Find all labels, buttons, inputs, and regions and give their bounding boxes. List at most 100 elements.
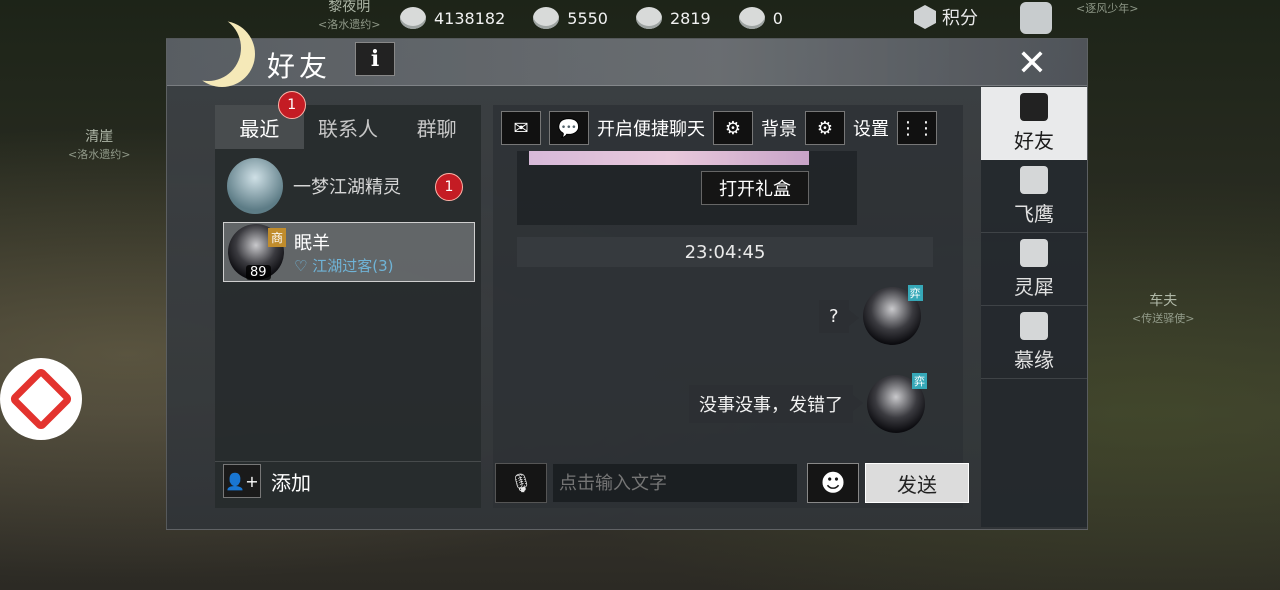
chat-text-input[interactable] (553, 464, 797, 502)
resource-ticket-value: 2819 (669, 8, 711, 28)
open-gift-button[interactable]: 打开礼盒 (701, 171, 809, 205)
tab-group-chat-label: 群聊 (416, 116, 457, 141)
social-nav: 好友 飞鹰 灵犀 慕缘 (981, 87, 1087, 527)
resource-silver-value: 5550 (567, 8, 608, 28)
system-settings-icon[interactable] (1020, 2, 1052, 34)
more-grid-icon[interactable]: ⋮⋮ (897, 111, 937, 145)
mianyang-avatar: 商 89 (228, 224, 287, 280)
moon-icon (175, 15, 241, 81)
add-user-icon: 👤+ (223, 464, 261, 498)
npc-subtitle: <逐风少年> (1076, 2, 1139, 15)
message-bubble[interactable]: 没事没事，发错了 (689, 385, 863, 423)
info-button[interactable]: i (355, 42, 395, 76)
npc-label-zhufeng[interactable]: <逐风少年> (1076, 0, 1138, 16)
unread-badge: 1 (435, 173, 463, 201)
nav-feiying[interactable]: 飞鹰 (981, 160, 1087, 233)
nav-friends[interactable]: 好友 (981, 87, 1087, 160)
npc-subtitle: <传送驿使> (1132, 312, 1195, 325)
app-float-logo[interactable] (0, 358, 82, 440)
resource-coin[interactable]: 4138182 (400, 7, 505, 29)
resource-gold[interactable]: 0 (738, 7, 783, 29)
resource-ticket[interactable]: 2819 (635, 7, 711, 29)
friends-dialog: 好友 i ✕ 最近 1 联系人 群聊 一梦江湖精灵 1 商 89 眠羊 ♡ 江湖… (166, 38, 1088, 530)
pendant-icon (1020, 238, 1048, 267)
dialog-titlebar: 好友 i ✕ (167, 39, 1087, 86)
resource-coin-value: 4138182 (434, 8, 506, 28)
coin-icon (400, 7, 426, 29)
nav-feiying-label: 飞鹰 (1014, 201, 1054, 226)
emoji-icon[interactable]: ☻ (807, 463, 859, 503)
sender-avatar[interactable]: 弈 (862, 285, 923, 345)
background-label[interactable]: 背景 (761, 115, 797, 141)
add-friend-button[interactable]: 👤+ 添加 (223, 464, 311, 498)
nav-lingxi-label: 灵犀 (1014, 274, 1054, 299)
chat-message: ? 弈 (819, 285, 923, 345)
divider (215, 461, 481, 462)
resource-bar: 4138182 5550 2819 0 (400, 0, 783, 36)
send-button[interactable]: 发送 (865, 463, 969, 503)
scroll-icon (1020, 165, 1048, 194)
gift-image (529, 151, 809, 165)
chat-panel: ✉ 💬 开启便捷聊天 ⚙ 背景 ⚙ 设置 ⋮⋮ 打开礼盒 23:04:45 ? … (493, 105, 969, 508)
npc-name: 黎夜明 (328, 0, 371, 15)
npc-subtitle: <洛水遗约> (68, 148, 131, 161)
friend-info: 眠羊 ♡ 江湖过客(3) (294, 229, 393, 276)
tab-contacts-label: 联系人 (318, 116, 378, 141)
nav-lingxi[interactable]: 灵犀 (981, 233, 1087, 306)
gold-icon (738, 7, 765, 29)
sender-avatar[interactable]: 弈 (867, 373, 927, 433)
tab-group-chat[interactable]: 群聊 (392, 105, 481, 149)
npc-label-qingya[interactable]: 清崖 <洛水遗约> (68, 126, 130, 162)
sender-tag: 弈 (907, 285, 923, 301)
chat-message: 没事没事，发错了 弈 (689, 373, 927, 433)
teapot-icon (1020, 92, 1048, 121)
nav-muyuan-label: 慕缘 (1014, 347, 1054, 372)
friend-list-panel: 最近 1 联系人 群聊 一梦江湖精灵 1 商 89 眠羊 ♡ 江湖过客(3) 👤… (215, 91, 481, 508)
friend-name: 一梦江湖精灵 (293, 177, 401, 198)
tab-recent-badge: 1 (277, 91, 306, 119)
mailbox-icon[interactable]: ✉ (501, 111, 541, 145)
ticket-icon (635, 7, 662, 29)
quick-chat-label[interactable]: 开启便捷聊天 (597, 115, 705, 141)
npc-name: 清崖 (85, 129, 114, 145)
chat-toolbar: ✉ 💬 开启便捷聊天 ⚙ 背景 ⚙ 设置 ⋮⋮ (501, 111, 937, 145)
quick-chat-icon[interactable]: 💬 (549, 111, 589, 145)
chat-input-row: 🎙 ☻ 发送 (495, 463, 969, 503)
game-scene: 黎夜明 <洛水遗约> 清崖 <洛水遗约> 车夫 <传送驿使> <逐风少年> 41… (0, 0, 1280, 590)
tab-contacts[interactable]: 联系人 (304, 105, 393, 149)
resource-silver[interactable]: 5550 (533, 7, 608, 29)
microphone-icon[interactable]: 🎙 (495, 463, 547, 503)
sender-tag: 弈 (912, 373, 927, 389)
points-icon (914, 5, 936, 29)
spirit-avatar (227, 158, 283, 214)
gift-message-card: 打开礼盒 (517, 151, 857, 225)
points-button[interactable]: 积分 (914, 4, 978, 30)
heart-icon: ♡ (294, 256, 308, 275)
friend-name: 眠羊 (294, 232, 330, 254)
dialog-title: 好友 (267, 50, 332, 83)
npc-label-liyeming[interactable]: 黎夜明 <洛水遗约> (318, 0, 380, 32)
nav-muyuan[interactable]: 慕缘 (981, 306, 1087, 379)
close-button[interactable]: ✕ (1007, 43, 1057, 84)
resource-gold-value: 0 (772, 8, 783, 28)
relation-text: 江湖过客(3) (312, 256, 394, 275)
friend-tabs: 最近 1 联系人 群聊 (215, 91, 481, 149)
level-badge: 89 (246, 265, 271, 280)
silver-icon (533, 7, 560, 29)
friend-item-mianyang[interactable]: 商 89 眠羊 ♡ 江湖过客(3) (223, 222, 475, 282)
settings-label[interactable]: 设置 (853, 115, 889, 141)
crane-icon (1020, 311, 1048, 340)
tab-recent[interactable]: 最近 1 (215, 91, 306, 149)
tab-recent-label: 最近 (239, 116, 280, 141)
background-gear-icon[interactable]: ⚙ (713, 111, 753, 145)
npc-label-chefu[interactable]: 车夫 <传送驿使> (1132, 290, 1194, 326)
add-friend-label: 添加 (271, 470, 311, 495)
settings-gear-icon[interactable]: ⚙ (805, 111, 845, 145)
chat-timestamp: 23:04:45 (517, 237, 933, 267)
points-label: 积分 (942, 8, 978, 29)
friend-item-spirit[interactable]: 一梦江湖精灵 1 (223, 157, 473, 215)
nav-friends-label: 好友 (1014, 128, 1054, 153)
npc-name: 车夫 (1149, 293, 1178, 309)
message-bubble[interactable]: ? (819, 299, 858, 333)
npc-subtitle: <洛水遗约> (318, 18, 381, 31)
